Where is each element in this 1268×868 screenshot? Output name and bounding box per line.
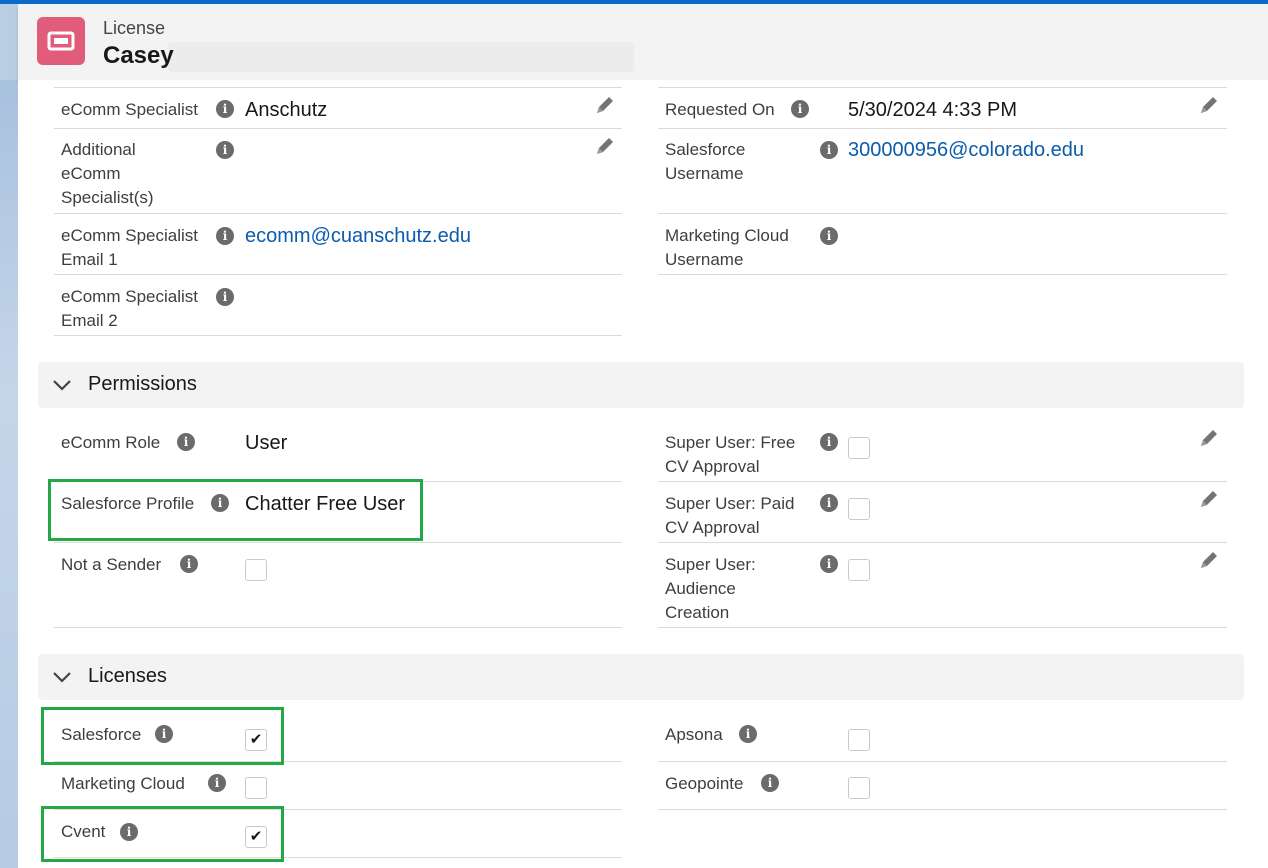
highlight-box-salesforce-license: [41, 707, 284, 765]
info-icon[interactable]: i: [216, 227, 234, 245]
field-label: Not a Sender: [61, 555, 162, 574]
field-label-line: Email 1: [61, 250, 118, 269]
field-label: eComm Role: [61, 433, 161, 452]
info-icon[interactable]: i: [820, 433, 838, 451]
divider: [658, 87, 1227, 88]
edit-pencil-icon[interactable]: [1198, 488, 1220, 510]
edit-pencil-icon[interactable]: [1198, 94, 1220, 116]
info-icon[interactable]: i: [216, 288, 234, 306]
info-icon[interactable]: i: [180, 555, 198, 573]
redacted-name-bar: [168, 42, 634, 72]
highlight-box-cvent-license: [41, 806, 284, 862]
field-label-line: eComm: [61, 164, 121, 183]
apsona-license-checkbox[interactable]: [848, 729, 870, 751]
chevron-down-icon[interactable]: [52, 667, 72, 687]
section-title: Permissions: [88, 373, 197, 395]
divider: [54, 274, 622, 275]
section-permissions-header[interactable]: Permissions: [38, 362, 1244, 408]
info-icon[interactable]: i: [216, 100, 234, 118]
not-a-sender-checkbox[interactable]: [245, 559, 267, 581]
divider: [658, 274, 1227, 275]
chevron-down-icon[interactable]: [52, 375, 72, 395]
field-label: Apsona: [665, 725, 723, 744]
marketing-cloud-license-checkbox[interactable]: [245, 777, 267, 799]
info-icon[interactable]: i: [761, 774, 779, 792]
info-icon[interactable]: i: [739, 725, 757, 743]
record-name: Casey: [103, 42, 174, 69]
divider: [658, 213, 1227, 214]
field-label-line: Super User: Paid: [665, 494, 795, 513]
highlight-box-salesforce-profile: [48, 479, 423, 541]
divider: [54, 128, 622, 129]
super-user-free-checkbox[interactable]: [848, 437, 870, 459]
field-label-line: Username: [665, 250, 744, 269]
info-icon[interactable]: i: [216, 141, 234, 159]
object-label: License: [103, 18, 166, 38]
field-label: Geopointe: [665, 774, 744, 793]
license-icon: [37, 17, 85, 65]
field-label-line: eComm Specialist: [61, 226, 198, 245]
record-detail-card: eComm Specialist i Anschutz Additional e…: [18, 80, 1268, 868]
divider: [658, 128, 1227, 129]
field-value: 5/30/2024 4:33 PM: [848, 99, 1018, 121]
field-label-line: Salesforce: [665, 140, 746, 159]
info-icon[interactable]: i: [820, 555, 838, 573]
divider: [658, 809, 1227, 810]
super-user-paid-checkbox[interactable]: [848, 498, 870, 520]
field-label-line: Email 2: [61, 311, 118, 330]
super-user-audience-checkbox[interactable]: [848, 559, 870, 581]
divider: [658, 542, 1227, 543]
field-label-line: Specialist(s): [61, 188, 154, 207]
field-label-line: Super User: Free: [665, 433, 796, 452]
section-title: Licenses: [88, 665, 167, 687]
field-label-line: Audience: [665, 579, 736, 598]
field-label-line: Additional: [61, 140, 136, 159]
info-icon[interactable]: i: [208, 774, 226, 792]
field-label: Requested On: [665, 100, 775, 119]
info-icon[interactable]: i: [820, 494, 838, 512]
divider: [54, 335, 622, 336]
field-label-line: CV Approval: [665, 457, 760, 476]
edit-pencil-icon[interactable]: [594, 135, 616, 157]
field-label-line: eComm Specialist: [61, 287, 198, 306]
field-label: eComm Specialist: [61, 100, 198, 119]
info-icon[interactable]: i: [791, 100, 809, 118]
field-label-line: Super User:: [665, 555, 756, 574]
edit-pencil-icon[interactable]: [1198, 549, 1220, 571]
edit-pencil-icon[interactable]: [1198, 427, 1220, 449]
field-label: Marketing Cloud: [61, 774, 185, 793]
geopointe-license-checkbox[interactable]: [848, 777, 870, 799]
divider: [54, 87, 622, 88]
field-label-line: Username: [665, 164, 744, 183]
username-link[interactable]: 300000956@colorado.edu: [848, 138, 1084, 162]
field-label-line: Marketing Cloud: [665, 226, 789, 245]
divider: [658, 761, 1227, 762]
divider: [54, 627, 622, 628]
section-licenses-header[interactable]: Licenses: [38, 654, 1244, 700]
email-link[interactable]: ecomm@cuanschutz.edu: [245, 224, 471, 248]
field-label-line: Creation: [665, 603, 730, 622]
edit-pencil-icon[interactable]: [594, 94, 616, 116]
divider: [658, 627, 1227, 628]
info-icon[interactable]: i: [820, 227, 838, 245]
divider: [54, 542, 622, 543]
field-value: User: [245, 432, 288, 454]
background-left: [0, 80, 18, 868]
record-header: License Casey: [18, 4, 1268, 81]
info-icon[interactable]: i: [177, 433, 195, 451]
info-icon[interactable]: i: [820, 141, 838, 159]
field-value: Anschutz: [245, 99, 328, 121]
divider: [658, 481, 1227, 482]
field-label-line: CV Approval: [665, 518, 760, 537]
divider: [54, 213, 622, 214]
